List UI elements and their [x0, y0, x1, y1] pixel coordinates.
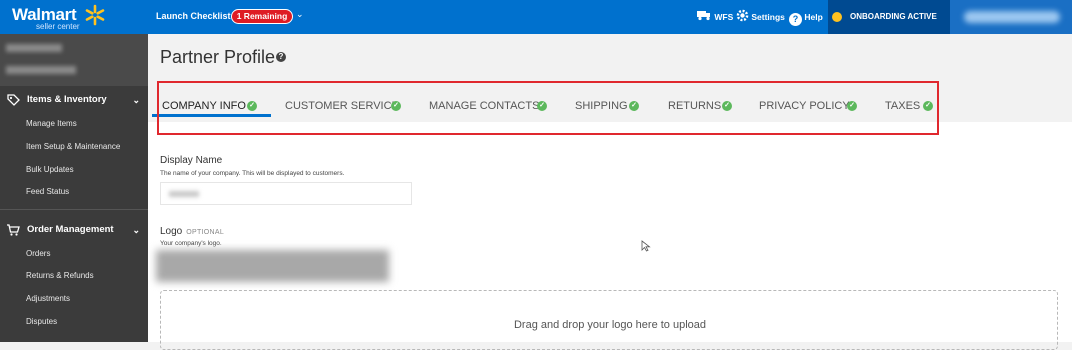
display-name-input[interactable]: [160, 182, 412, 205]
settings-label: Settings: [751, 12, 785, 22]
chevron-down-icon[interactable]: ⌄: [296, 9, 306, 23]
sidebar-item-manage-items[interactable]: Manage Items: [26, 119, 77, 128]
help-icon: ?: [789, 13, 802, 26]
logo-label: Logo OPTIONAL: [160, 226, 224, 237]
truck-icon: [697, 11, 710, 21]
onboarding-status[interactable]: ONBOARDING ACTIVE: [828, 0, 950, 34]
cart-icon: [7, 224, 20, 236]
walmart-logo[interactable]: Walmart seller center: [0, 0, 148, 34]
sidebar-section-order-management[interactable]: Order Management ⌄: [0, 221, 148, 239]
seller-account-box[interactable]: [0, 34, 148, 86]
tag-icon: [7, 94, 20, 106]
brand-subtitle: seller center: [36, 22, 80, 31]
remaining-badge[interactable]: 1 Remaining: [231, 9, 293, 24]
section-label: Items & Inventory: [27, 94, 107, 105]
help-icon[interactable]: ?: [276, 52, 286, 62]
seller-id-redacted: [6, 66, 76, 74]
account-menu[interactable]: [950, 0, 1072, 34]
seller-name-redacted: [6, 44, 62, 52]
sidebar-divider: [0, 209, 148, 210]
sidebar: Items & Inventory ⌄ Manage Items Item Se…: [0, 34, 148, 342]
sidebar-item-item-setup[interactable]: Item Setup & Maintenance: [26, 142, 120, 151]
onboarding-label: ONBOARDING ACTIVE: [850, 12, 937, 21]
wfs-link[interactable]: WFS: [697, 9, 733, 25]
settings-link[interactable]: Settings: [736, 9, 785, 25]
gear-icon: [736, 9, 749, 22]
display-name-label: Display Name: [160, 155, 223, 166]
sidebar-section-items-inventory[interactable]: Items & Inventory ⌄: [0, 91, 148, 109]
wfs-label: WFS: [714, 12, 734, 22]
dropzone-text: Drag and drop your logo here to upload: [513, 319, 707, 331]
account-name-redacted: [964, 11, 1060, 23]
display-name-value-redacted: [169, 191, 199, 197]
logo-label-text: Logo: [160, 226, 183, 237]
section-label: Order Management: [27, 224, 114, 235]
sidebar-item-disputes[interactable]: Disputes: [26, 317, 57, 326]
sidebar-item-returns-refunds[interactable]: Returns & Refunds: [26, 271, 94, 280]
logo-dropzone[interactable]: Drag and drop your logo here to upload: [160, 290, 1058, 350]
launch-checklist-link[interactable]: Launch Checklist: [156, 11, 231, 21]
chevron-down-icon: ⌄: [132, 225, 140, 235]
tabs-highlight-box: [157, 81, 939, 135]
page-title: Partner Profile: [160, 47, 276, 67]
spark-icon: [85, 4, 105, 26]
main-content: Partner Profile ? COMPANY INFO ✓ CUSTOME…: [148, 34, 1072, 350]
sidebar-item-feed-status[interactable]: Feed Status: [26, 187, 69, 196]
help-link[interactable]: ? Help: [789, 9, 823, 26]
logo-preview-redacted: [156, 250, 389, 282]
help-label: Help: [804, 12, 823, 22]
status-dot-icon: [832, 12, 842, 22]
top-bar: Walmart seller center Launch Checklist 1…: [0, 0, 1072, 34]
logo-hint: Your company's logo.: [160, 240, 222, 247]
sidebar-item-adjustments[interactable]: Adjustments: [26, 294, 70, 303]
chevron-down-icon: ⌄: [132, 95, 140, 105]
display-name-hint: The name of your company. This will be d…: [160, 170, 345, 177]
sidebar-item-bulk-updates[interactable]: Bulk Updates: [26, 165, 74, 174]
sidebar-item-orders[interactable]: Orders: [26, 249, 50, 258]
optional-tag: OPTIONAL: [186, 229, 225, 236]
company-info-form: Display Name The name of your company. T…: [148, 122, 1072, 350]
mouse-cursor-icon: [641, 240, 651, 252]
